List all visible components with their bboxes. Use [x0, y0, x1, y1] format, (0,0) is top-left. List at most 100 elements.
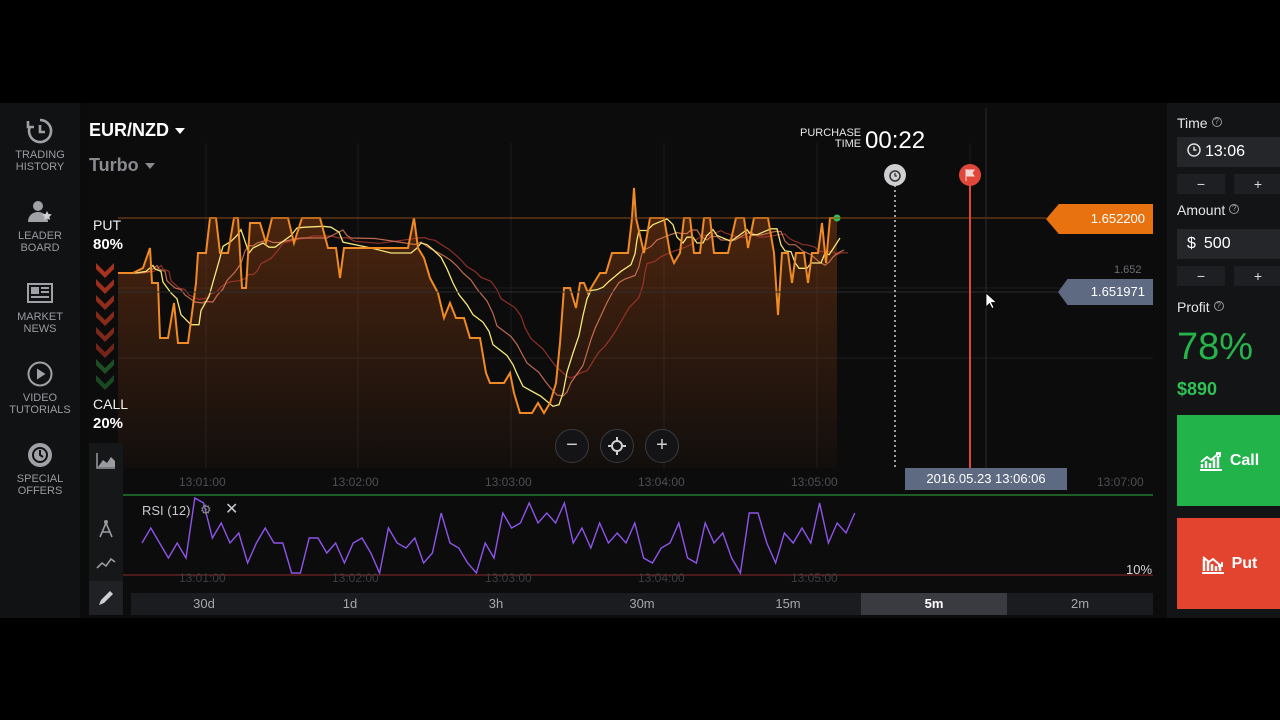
mode-name: Turbo [89, 155, 139, 175]
rsi-x-tick: 13:02:00 [332, 571, 379, 585]
timeframe-selector: 30d 1d 3h 30m 15m 5m 2m [131, 593, 1153, 615]
sentiment-chevron [96, 263, 114, 278]
sidebar-item-video-tutorials[interactable]: VIDEO TUTORIALS [0, 360, 80, 416]
drawing-tools-button[interactable] [89, 512, 123, 546]
profit-label: Profit? [1177, 299, 1224, 315]
rsi-level-label: 10% [1126, 562, 1153, 577]
call-button-label: Call [1229, 451, 1260, 469]
asset-name: EUR/NZD [89, 120, 169, 140]
chevron-down-icon [175, 128, 185, 135]
sentiment-chevron [96, 343, 114, 358]
sidebar-item-leader-board[interactable]: LEADER BOARD [0, 198, 80, 254]
trading-app: TRADING HISTORY LEADER BOARD MARKET NEWS… [0, 103, 1280, 618]
expiry-flag-marker[interactable] [959, 164, 981, 186]
sentiment-chevron [96, 295, 114, 310]
timeframe-3h[interactable]: 3h [423, 593, 569, 615]
chart-tools [89, 443, 123, 615]
timeframe-5m[interactable]: 5m [861, 593, 1007, 615]
sidebar-item-label: VIDEO TUTORIALS [9, 392, 71, 416]
x-tick: 13:04:00 [638, 475, 685, 489]
mouse-cursor-icon [985, 292, 998, 310]
recenter-button[interactable] [600, 429, 634, 463]
chart-area[interactable]: EUR/NZD Turbo PURCHASE TIME 00:22 PUT 80%… [88, 103, 1160, 618]
time-decrease-button[interactable]: − [1177, 174, 1225, 194]
clock-icon [1187, 143, 1201, 157]
time-increase-button[interactable]: + [1234, 174, 1280, 194]
sentiment-chevron [96, 311, 114, 326]
sentiment-chevron [96, 375, 114, 390]
time-label: Time? [1177, 115, 1222, 131]
price-axis-label: 1.652 [1114, 264, 1142, 276]
profit-amount: $890 [1177, 379, 1218, 399]
zoom-out-button[interactable]: − [555, 429, 589, 463]
pencil-icon [99, 591, 113, 605]
compass-icon [99, 520, 113, 538]
area-chart-icon [96, 453, 115, 469]
purchase-time-countdown: 00:22 [865, 127, 926, 154]
rsi-x-tick: 13:04:00 [638, 571, 685, 585]
put-button[interactable]: Put [1177, 518, 1280, 609]
rsi-x-tick: 13:03:00 [485, 571, 532, 585]
call-sentiment-percent: 20% [93, 415, 124, 432]
sentiment-chevron [96, 359, 114, 374]
sidebar-item-market-news[interactable]: MARKET NEWS [0, 279, 80, 335]
crosshair-icon [608, 437, 626, 455]
cursor-time-tooltip: 2016.05.23 13:06:06 [905, 468, 1067, 490]
trend-down-icon [1201, 555, 1224, 574]
sidebar-item-special-offers[interactable]: SPECIAL OFFERS [0, 441, 80, 497]
profit-percent: 78% [1177, 326, 1254, 368]
x-tick: 13:03:00 [485, 475, 532, 489]
close-icon[interactable]: ✕ [225, 499, 238, 519]
timeframe-30d[interactable]: 30d [131, 593, 277, 615]
zoom-in-button[interactable]: + [645, 429, 679, 463]
draw-button[interactable] [89, 581, 123, 615]
timeframe-30m[interactable]: 30m [569, 593, 715, 615]
sidebar-item-label: MARKET NEWS [17, 311, 63, 335]
sentiment-chevron [96, 279, 114, 294]
sentiment-chevron [96, 327, 114, 342]
rsi-indicator-label: RSI (12) [142, 503, 191, 518]
help-icon[interactable]: ? [1211, 117, 1222, 127]
put-sentiment-label: PUT [93, 217, 121, 233]
rsi-line [141, 496, 856, 576]
chart-type-button[interactable] [89, 443, 123, 477]
trade-panel: Time? 13:06 − + Amount? $ − + Profit? 78… [1167, 103, 1280, 618]
asset-selector[interactable]: EUR/NZD [89, 120, 185, 141]
cursor-price-tag: 1.651971 [1058, 279, 1153, 305]
gear-icon[interactable]: ⚙ [200, 502, 212, 518]
sentiment-indicator [96, 263, 114, 390]
amount-input[interactable] [1203, 235, 1264, 253]
help-icon[interactable]: ? [1213, 301, 1224, 311]
time-field[interactable]: 13:06 [1177, 137, 1280, 167]
history-icon [26, 118, 53, 144]
timeframe-1d[interactable]: 1d [277, 593, 423, 615]
sidebar-item-label: TRADING HISTORY [15, 149, 65, 173]
chevron-down-icon [144, 163, 155, 170]
sidebar-item-trading-history[interactable]: TRADING HISTORY [0, 117, 80, 173]
time-value: 13:06 [1205, 143, 1246, 160]
amount-decrease-button[interactable]: − [1177, 266, 1225, 286]
price-chart[interactable] [88, 103, 1160, 618]
timeframe-15m[interactable]: 15m [715, 593, 861, 615]
amount-increase-button[interactable]: + [1234, 266, 1280, 286]
put-button-label: Put [1231, 554, 1258, 572]
price-area-fill [118, 188, 837, 468]
purchase-deadline-marker[interactable] [884, 164, 906, 186]
sidebar-item-label: LEADER BOARD [17, 230, 63, 254]
offers-icon [28, 443, 52, 467]
timeframe-2m[interactable]: 2m [1007, 593, 1153, 615]
news-icon [27, 283, 53, 303]
call-button[interactable]: Call [1177, 415, 1280, 506]
currency-symbol: $ [1187, 235, 1196, 252]
help-icon[interactable]: ? [1229, 204, 1240, 214]
x-tick: 13:07:00 [1097, 475, 1144, 489]
leaderboard-icon [28, 201, 52, 222]
put-sentiment-percent: 80% [93, 236, 124, 253]
x-tick: 13:05:00 [791, 475, 838, 489]
rsi-x-tick: 13:01:00 [179, 571, 226, 585]
call-sentiment-label: CALL [93, 396, 129, 412]
amount-field[interactable]: $ [1177, 229, 1280, 259]
indicators-button[interactable] [89, 546, 123, 580]
purchase-time-label: PURCHASE TIME [800, 127, 862, 150]
mode-selector[interactable]: Turbo [89, 155, 155, 176]
